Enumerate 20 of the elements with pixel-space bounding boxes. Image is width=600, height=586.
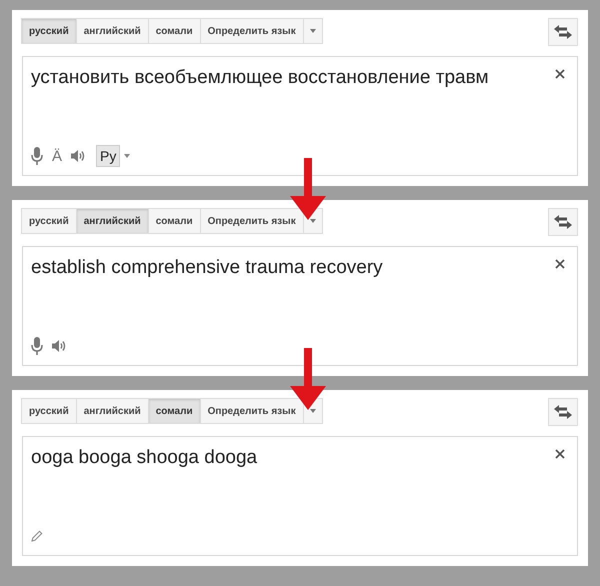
text-area[interactable]: установить всеобъемлющее восстановление травм Ä Ру bbox=[22, 56, 578, 176]
language-tab[interactable]: русский bbox=[21, 208, 77, 234]
text-area[interactable]: establish comprehensive trauma recovery bbox=[22, 246, 578, 366]
source-text: установить всеобъемлющее восстановление травм bbox=[31, 67, 490, 90]
language-tab[interactable]: русский bbox=[21, 398, 77, 424]
source-text: establish comprehensive trauma recovery bbox=[31, 257, 384, 280]
language-tab[interactable]: английский bbox=[76, 208, 149, 234]
language-tab[interactable]: сомали bbox=[148, 18, 201, 44]
text-area[interactable]: ooga booga shooga dooga bbox=[22, 436, 578, 556]
keyboard-button[interactable]: Ä bbox=[52, 148, 62, 164]
language-tab[interactable]: русский bbox=[21, 18, 77, 44]
input-tool-button[interactable]: Ру bbox=[96, 145, 120, 167]
language-tab[interactable]: Определить язык bbox=[200, 208, 304, 234]
language-tab[interactable]: сомали bbox=[148, 398, 201, 424]
language-tab[interactable]: сомали bbox=[148, 208, 201, 234]
source-text: ooga booga shooga dooga bbox=[31, 447, 258, 470]
language-tab[interactable]: английский bbox=[76, 18, 149, 44]
language-tab[interactable]: Определить язык bbox=[200, 18, 304, 44]
language-tab[interactable]: английский bbox=[76, 398, 149, 424]
language-tab[interactable]: Определить язык bbox=[200, 398, 304, 424]
